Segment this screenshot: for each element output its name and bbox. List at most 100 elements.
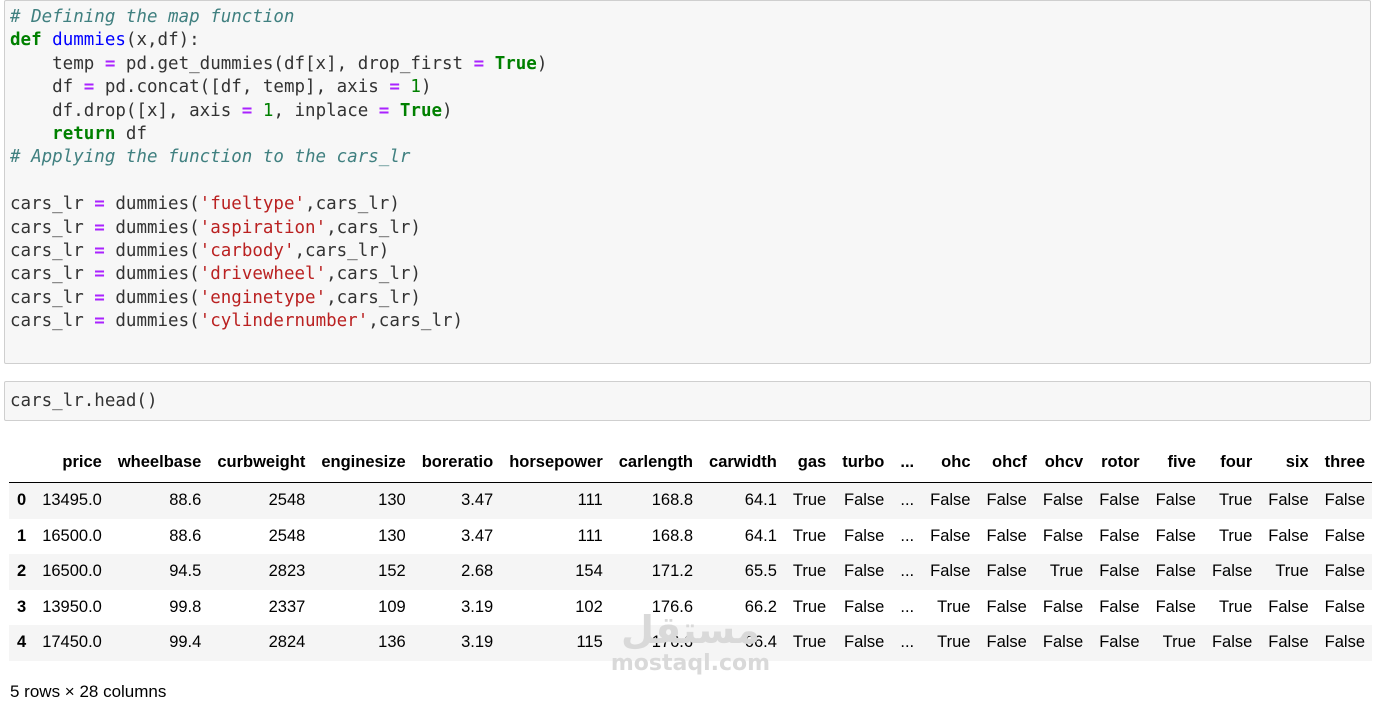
- table-cell: False: [1324, 526, 1366, 545]
- code-token: temp: [10, 53, 105, 74]
- code-line: cars_lr = dummies('enginetype',cars_lr): [10, 288, 421, 308]
- table-cell: False: [986, 526, 1027, 545]
- table-cell: True: [1218, 491, 1253, 510]
- table-cell: 3.19: [461, 597, 494, 616]
- table-row: 2 16500.0 94.5 2823 152 2.68 154 171.2 65.5 True F…: [9, 554, 1372, 590]
- code-editor[interactable]: # Defining the map function def dummies(…: [10, 6, 547, 334]
- table-cell: True: [1275, 562, 1309, 581]
- table-cell: False: [1268, 597, 1309, 616]
- code-editor[interactable]: cars_lr.head(): [10, 390, 158, 413]
- table-cell: 2337: [268, 597, 306, 616]
- table-cell: False: [930, 562, 971, 581]
- code-token: cars_lr: [10, 287, 95, 308]
- code-token: df: [115, 124, 147, 145]
- code-token: ,cars_lr): [294, 241, 390, 262]
- table-cell: 13495.0: [42, 491, 102, 510]
- table-cell: False: [844, 562, 885, 581]
- column-header-carwidth: carwidth: [701, 442, 785, 483]
- code-line: df = pd.concat([df, temp], axis = 1): [10, 77, 432, 98]
- code-token: cars_lr: [10, 217, 95, 238]
- table-cell: True: [1162, 633, 1196, 652]
- table-cell: ...: [900, 562, 915, 581]
- column-header-wheelbase: wheelbase: [109, 442, 210, 483]
- code-token: ): [536, 53, 548, 74]
- table-cell: 111: [577, 491, 603, 510]
- table-cell: 13950.0: [42, 597, 102, 616]
- table-cell: False: [1268, 526, 1309, 545]
- code-token: =: [83, 77, 95, 98]
- table-cell: 17450.0: [42, 633, 102, 652]
- table-cell: False: [1099, 597, 1140, 616]
- code-line: cars_lr.head(): [10, 391, 158, 411]
- table-cell: True: [1218, 597, 1253, 616]
- code-line: return df: [10, 124, 147, 144]
- table-cell: 16500.0: [42, 526, 102, 545]
- code-line: cars_lr = dummies('aspiration',cars_lr): [10, 218, 421, 238]
- table-cell: 136: [378, 633, 406, 652]
- table-cell: False: [1155, 526, 1196, 545]
- table-cell: False: [844, 491, 885, 510]
- table-cell: True: [792, 491, 827, 510]
- column-header-enginesize: enginesize: [313, 442, 414, 483]
- code-token: ,cars_lr): [326, 264, 421, 285]
- code-token: 1: [410, 77, 421, 98]
- table-cell: 168.8: [651, 491, 694, 510]
- code-token: dummies(: [104, 264, 200, 285]
- code-token: =: [94, 264, 105, 285]
- table-cell: True: [792, 526, 827, 545]
- code-token: 'cylindernumber': [199, 311, 369, 332]
- table-cell: False: [1324, 562, 1366, 581]
- code-token: cars_lr: [10, 194, 95, 215]
- table-cell: True: [937, 597, 971, 616]
- code-token: cars_lr: [10, 311, 95, 332]
- column-header-price: price: [34, 442, 110, 483]
- table-cell: 64.1: [744, 491, 777, 510]
- column-header-ohc: ohc: [922, 442, 979, 483]
- code-cell-head[interactable]: cars_lr.head(): [4, 381, 1371, 421]
- table-row: 3 13950.0 99.8 2337 109 3.19 102 176.6 66.2 True F…: [9, 590, 1372, 626]
- table-cell: 66.4: [744, 633, 777, 652]
- code-token: dummies(: [104, 311, 200, 332]
- table-cell: 154: [575, 562, 603, 581]
- code-token: ): [442, 100, 453, 121]
- code-token: True: [399, 100, 443, 121]
- code-token: ): [420, 77, 432, 98]
- table-cell: False: [1268, 633, 1309, 652]
- table-cell: False: [1099, 633, 1140, 652]
- table-cell: 99.8: [169, 597, 202, 616]
- code-token: return: [52, 124, 116, 145]
- column-header-six: six: [1260, 442, 1317, 483]
- code-token: ,cars_lr): [305, 194, 400, 215]
- code-token: 1: [262, 100, 274, 121]
- code-token: dummies: [52, 30, 126, 51]
- code-token: # Defining the map function: [10, 7, 295, 27]
- column-header-four: four: [1203, 442, 1261, 483]
- table-cell: 111: [577, 526, 603, 545]
- dataframe-table: price wheelbase curbweight enginesize borera…: [9, 442, 1372, 661]
- table-cell: False: [1042, 491, 1084, 510]
- table-row: 4 17450.0 99.4 2824 136 3.19 115 176.6 66.4 True F…: [9, 625, 1372, 661]
- table-cell: False: [844, 597, 885, 616]
- table-cell: 99.4: [169, 633, 202, 652]
- table-cell: False: [1042, 526, 1084, 545]
- code-token: cars_lr: [10, 264, 95, 285]
- table-cell: 94.5: [169, 562, 202, 581]
- table-cell: 171.2: [651, 562, 694, 581]
- table-cell: 88.6: [169, 491, 202, 510]
- code-token: 'carbody': [199, 241, 295, 262]
- code-token: =: [104, 53, 116, 74]
- code-token: dummies(: [104, 241, 200, 262]
- column-header-boreratio: boreratio: [413, 442, 502, 483]
- code-token: def: [10, 30, 42, 51]
- row-index: 3: [17, 597, 27, 616]
- code-token: 'fueltype': [199, 194, 306, 215]
- table-cell: 3.47: [461, 491, 494, 510]
- code-token: # Applying the function to the cars_lr: [10, 147, 411, 168]
- table-cell: True: [937, 633, 971, 652]
- code-cell-define-dummies[interactable]: # Defining the map function def dummies(…: [4, 0, 1371, 364]
